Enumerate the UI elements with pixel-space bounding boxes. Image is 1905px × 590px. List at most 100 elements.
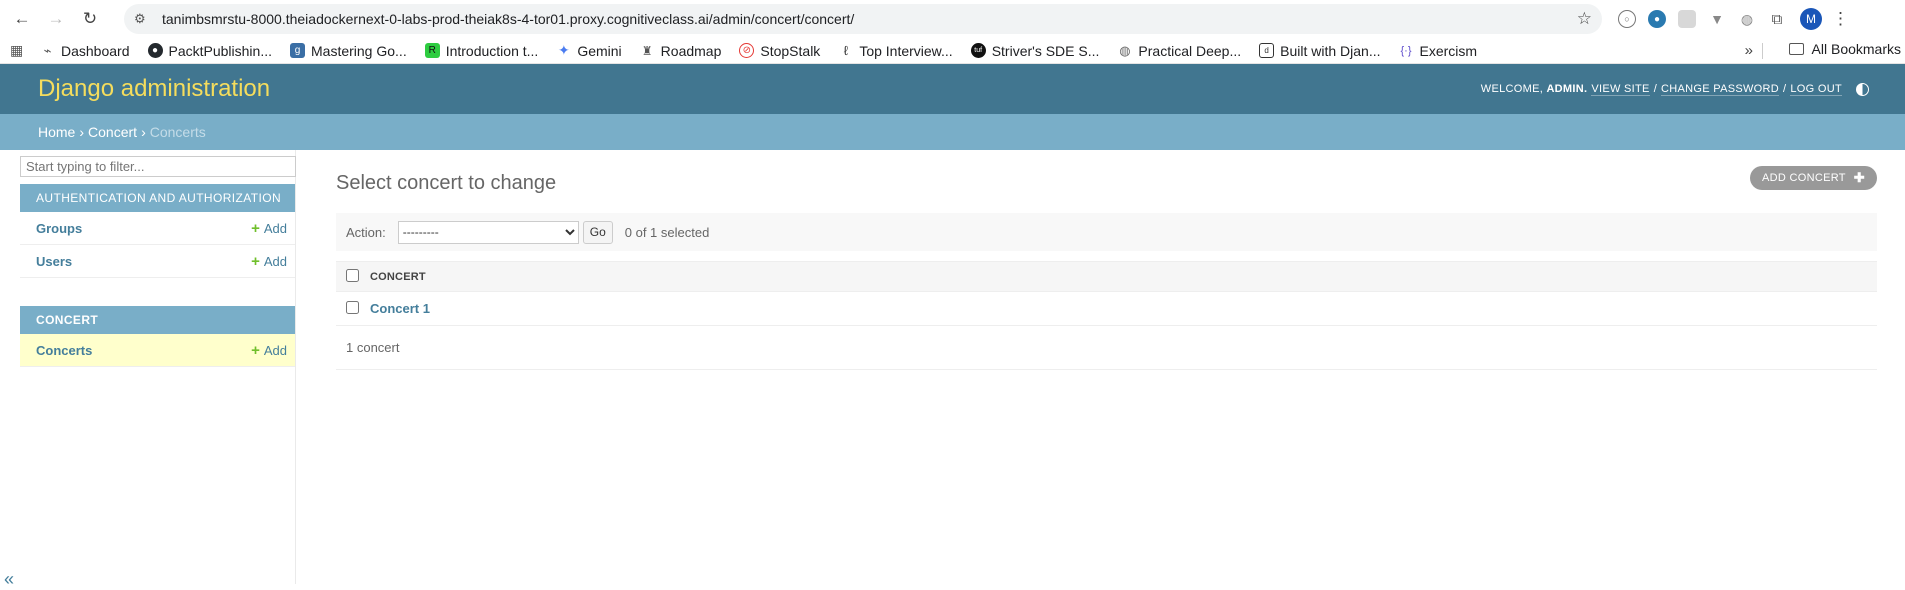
bookmark-item[interactable]: d Built with Djan... bbox=[1259, 42, 1381, 59]
bookmark-item[interactable]: ✦ Gemini bbox=[556, 42, 622, 59]
bookmark-label: Exercism bbox=[1419, 42, 1478, 59]
sidebar-toggle-icon[interactable]: « bbox=[4, 569, 14, 590]
bookmark-item[interactable]: tuf Striver's SDE S... bbox=[970, 43, 1099, 59]
gopher-icon: g bbox=[290, 43, 305, 58]
actions-bar: Action: --------- Go 0 of 1 selected bbox=[336, 213, 1877, 251]
bookmark-star-icon[interactable]: ☆ bbox=[1577, 9, 1592, 29]
breadcrumb-separator: › bbox=[141, 124, 146, 140]
bookmark-label: Built with Djan... bbox=[1280, 42, 1381, 59]
bookmark-label: Mastering Go... bbox=[311, 42, 407, 59]
log-out-link[interactable]: Log out bbox=[1790, 83, 1842, 96]
bookmark-item[interactable]: ♜ Roadmap bbox=[640, 43, 722, 59]
welcome-text: Welcome, admin. bbox=[1481, 83, 1588, 95]
all-bookmarks-label: All Bookmarks bbox=[1811, 41, 1901, 57]
concert-link[interactable]: Concert 1 bbox=[370, 301, 430, 316]
reload-icon[interactable]: ↻ bbox=[76, 5, 104, 33]
breadcrumb-separator: › bbox=[79, 124, 85, 140]
bookmark-item[interactable]: g Mastering Go... bbox=[290, 43, 407, 59]
page-title: Select concert to change bbox=[336, 172, 557, 194]
add-users-link[interactable]: + Add bbox=[251, 253, 287, 270]
site-info-icon[interactable]: ⚙ bbox=[134, 11, 154, 27]
app-caption-concert[interactable]: Concert bbox=[20, 306, 295, 334]
sidebar-item-concerts: Concerts + Add bbox=[20, 334, 295, 367]
model-link-concerts[interactable]: Concerts bbox=[36, 343, 92, 358]
main-content: Select concert to change Add concert ✚ A… bbox=[336, 150, 1877, 370]
model-link-groups[interactable]: Groups bbox=[36, 221, 82, 236]
add-concert-button[interactable]: Add concert ✚ bbox=[1750, 166, 1877, 190]
dashboard-icon: ⌁ bbox=[43, 42, 52, 58]
globe-icon: ◍ bbox=[1119, 42, 1131, 58]
all-bookmarks-folder[interactable]: All Bookmarks bbox=[1788, 41, 1901, 57]
action-label: Action: bbox=[346, 224, 386, 240]
username: admin. bbox=[1546, 83, 1588, 95]
bookmark-item[interactable]: ℓ Top Interview... bbox=[838, 42, 953, 59]
select-all-cell bbox=[336, 261, 370, 292]
admin-header: Django administration Welcome, admin. Vi… bbox=[0, 64, 1905, 114]
globe-icon[interactable]: ◍ bbox=[1738, 10, 1756, 28]
theme-toggle-icon[interactable] bbox=[1856, 82, 1869, 96]
site-branding[interactable]: Django administration bbox=[38, 75, 270, 103]
add-groups-link[interactable]: + Add bbox=[251, 220, 287, 237]
extensions-area: ○ ● ▼ ◍ ⧉ bbox=[1618, 10, 1786, 28]
profile-avatar[interactable]: M bbox=[1800, 8, 1822, 30]
extension-icon[interactable]: ● bbox=[1648, 10, 1666, 28]
add-label: Add bbox=[263, 342, 287, 358]
extension-icon[interactable]: ○ bbox=[1618, 10, 1636, 28]
select-all-checkbox[interactable] bbox=[346, 268, 359, 282]
welcome-label: Welcome, bbox=[1480, 83, 1544, 95]
stopstalk-icon: ⊘ bbox=[739, 43, 755, 58]
action-select[interactable]: --------- bbox=[397, 220, 579, 244]
add-label: Add bbox=[263, 220, 287, 236]
change-password-link[interactable]: Change password bbox=[1661, 83, 1780, 96]
extension-icon[interactable]: ▼ bbox=[1708, 10, 1726, 28]
separator: / bbox=[1783, 83, 1787, 95]
puzzle-icon[interactable]: ⧉ bbox=[1768, 10, 1786, 28]
forward-arrow-icon[interactable]: → bbox=[42, 5, 70, 33]
bookmark-label: Introduction t... bbox=[445, 42, 539, 59]
browser-menu-icon[interactable]: ⋮ bbox=[1832, 9, 1849, 29]
bookmark-label: Dashboard bbox=[61, 42, 130, 59]
breadcrumb-app[interactable]: Concert bbox=[88, 124, 137, 140]
bookmarks-bar: ▦ ⌁ Dashboard ● PacktPublishin... g Masteri… bbox=[0, 38, 1905, 64]
view-site-link[interactable]: View site bbox=[1591, 83, 1650, 96]
bookmark-item[interactable]: ⌁ Dashboard bbox=[40, 43, 130, 59]
column-header-concert[interactable]: Concert bbox=[370, 261, 1877, 292]
bookmarks-divider bbox=[1762, 43, 1763, 59]
sidebar-item-users: Users + Add bbox=[20, 245, 295, 278]
nav-filter-input[interactable] bbox=[20, 156, 296, 177]
user-tools: Welcome, admin. View site / Change passw… bbox=[1481, 82, 1869, 96]
url-text[interactable]: tanimbsmrstu-8000.theiadockernext-0-labs… bbox=[162, 11, 1577, 27]
apps-grid-icon[interactable]: ▦ bbox=[10, 42, 30, 59]
selected-counter: 0 of 1 selected bbox=[624, 224, 710, 240]
address-bar[interactable]: ⚙ tanimbsmrstu-8000.theiadockernext-0-la… bbox=[124, 4, 1602, 34]
add-concerts-link[interactable]: + Add bbox=[251, 342, 287, 359]
bookmark-label: Top Interview... bbox=[859, 42, 953, 59]
tuf-icon: tuf bbox=[970, 43, 986, 58]
bookmark-item[interactable]: ● PacktPublishin... bbox=[147, 42, 273, 59]
extension-icon[interactable] bbox=[1678, 10, 1696, 28]
back-arrow-icon[interactable]: ← bbox=[8, 5, 36, 33]
bookmark-item[interactable]: {·} Exercism bbox=[1399, 42, 1478, 59]
gemini-icon: ✦ bbox=[557, 42, 570, 58]
nav-sidebar: Authentication and Authorization Groups … bbox=[20, 150, 296, 584]
table-header-row: Concert bbox=[336, 261, 1877, 292]
bookmark-item[interactable]: R Introduction t... bbox=[424, 42, 539, 59]
more-bookmarks-icon[interactable]: » bbox=[1745, 42, 1753, 59]
row-checkbox[interactable] bbox=[346, 300, 359, 314]
bookmark-label: StopStalk bbox=[760, 42, 821, 59]
django-icon: d bbox=[1259, 43, 1275, 58]
bookmark-item[interactable]: ◍ Practical Deep... bbox=[1117, 43, 1241, 59]
folder-icon bbox=[1788, 43, 1804, 55]
model-link-users[interactable]: Users bbox=[36, 254, 72, 269]
breadcrumb-home[interactable]: Home bbox=[38, 124, 75, 140]
browser-toolbar: ← → ↻ ⚙ tanimbsmrstu-8000.theiadockernex… bbox=[0, 0, 1905, 38]
bookmark-item[interactable]: ⊘ StopStalk bbox=[739, 43, 820, 59]
plus-icon: + bbox=[251, 252, 260, 270]
go-button[interactable]: Go bbox=[582, 220, 613, 244]
breadcrumb-current: Concerts bbox=[149, 124, 206, 140]
bookmark-label: PacktPublishin... bbox=[168, 42, 273, 59]
app-caption-auth[interactable]: Authentication and Authorization bbox=[20, 184, 295, 212]
rc-icon: R bbox=[424, 43, 440, 58]
roadmap-icon: ♜ bbox=[641, 43, 653, 58]
sidebar-item-groups: Groups + Add bbox=[20, 212, 295, 245]
